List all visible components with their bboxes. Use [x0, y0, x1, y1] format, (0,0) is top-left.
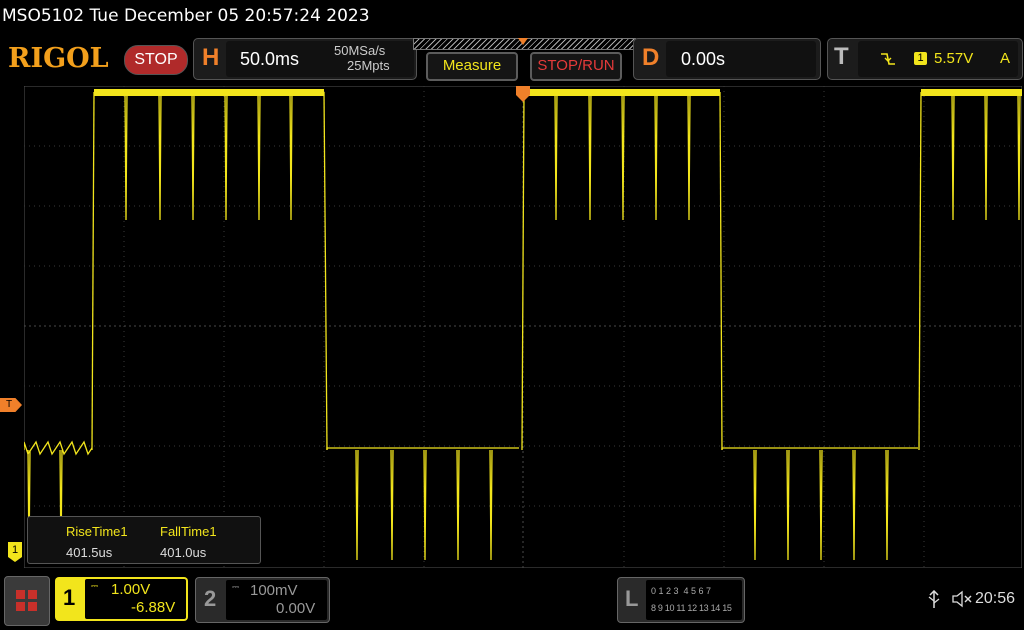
mute-speaker-icon[interactable] — [951, 590, 973, 608]
trigger-position-icon — [518, 38, 528, 45]
delay-panel[interactable]: D 0.00s — [633, 38, 821, 80]
delay-value: 0.00s — [681, 49, 726, 69]
falling-edge-icon — [881, 53, 895, 65]
delay-letter: D — [642, 44, 660, 71]
waveform-display[interactable] — [24, 86, 1022, 568]
horizontal-panel[interactable]: H 50.0ms 50MSa/s 25Mpts — [193, 38, 417, 80]
channel1-offset: -6.88V — [131, 599, 176, 616]
logic-channels-panel[interactable]: L 0 1 2 3 4 5 6 7 8 9 10 11 12 13 14 15 — [617, 577, 745, 623]
sample-rate: 50MSa/s — [334, 43, 386, 58]
measurement-value: 401.5us — [66, 545, 113, 560]
dc-coupling-icon: ⎓ — [91, 581, 99, 591]
trigger-letter: T — [834, 43, 849, 70]
title-text: MSO5102 Tue December 05 20:57:24 2023 — [2, 6, 370, 26]
stop-run-button[interactable]: STOP/RUN — [530, 52, 622, 81]
logic-row-0-7: 0 1 2 3 4 5 6 7 — [651, 586, 712, 596]
horizontal-letter: H — [202, 44, 220, 71]
usb-icon — [928, 590, 940, 608]
logic-row-8-15: 8 9 10 11 12 13 14 15 — [651, 603, 732, 613]
measurement-value: 401.0us — [160, 545, 207, 560]
channel1-ground-marker[interactable]: 1 — [8, 542, 22, 562]
channel1-box[interactable]: 1 ⎓ 1.00V -6.88V — [55, 577, 188, 621]
channel1-scale: 1.00V — [111, 581, 151, 598]
measurement-panel[interactable]: RiseTime1 401.5us FallTime1 401.0us — [27, 516, 261, 564]
run-state-badge[interactable]: STOP — [124, 45, 188, 75]
trigger-level-marker[interactable]: T — [0, 398, 22, 412]
channel1-number: 1 — [63, 585, 76, 610]
timebase-value: 50.0ms — [240, 49, 300, 69]
logic-letter: L — [625, 586, 639, 611]
channel2-offset: 0.00V — [276, 600, 316, 617]
channel2-number: 2 — [204, 586, 217, 611]
trigger-mode: A — [1000, 50, 1011, 67]
trigger-panel[interactable]: T 1 5.57V A — [827, 38, 1023, 80]
trigger-level: 5.57V — [934, 50, 974, 67]
title-bar: MSO5102 Tue December 05 20:57:24 2023 — [0, 0, 1024, 34]
channel2-box[interactable]: 2 ⎓ 100mV 0.00V — [195, 577, 330, 623]
rigol-logo: RIGOL — [8, 43, 109, 74]
dc-coupling-icon: ⎓ — [232, 582, 240, 592]
measure-button[interactable]: Measure — [426, 52, 518, 81]
clock-time: 20:56 — [975, 590, 1016, 607]
measurement-label: FallTime1 — [160, 524, 217, 539]
menu-button[interactable] — [4, 576, 50, 626]
memory-depth: 25Mpts — [347, 58, 390, 73]
measurement-label: RiseTime1 — [66, 524, 128, 539]
trigger-source-badge: 1 — [914, 52, 927, 65]
channel2-scale: 100mV — [250, 582, 298, 599]
